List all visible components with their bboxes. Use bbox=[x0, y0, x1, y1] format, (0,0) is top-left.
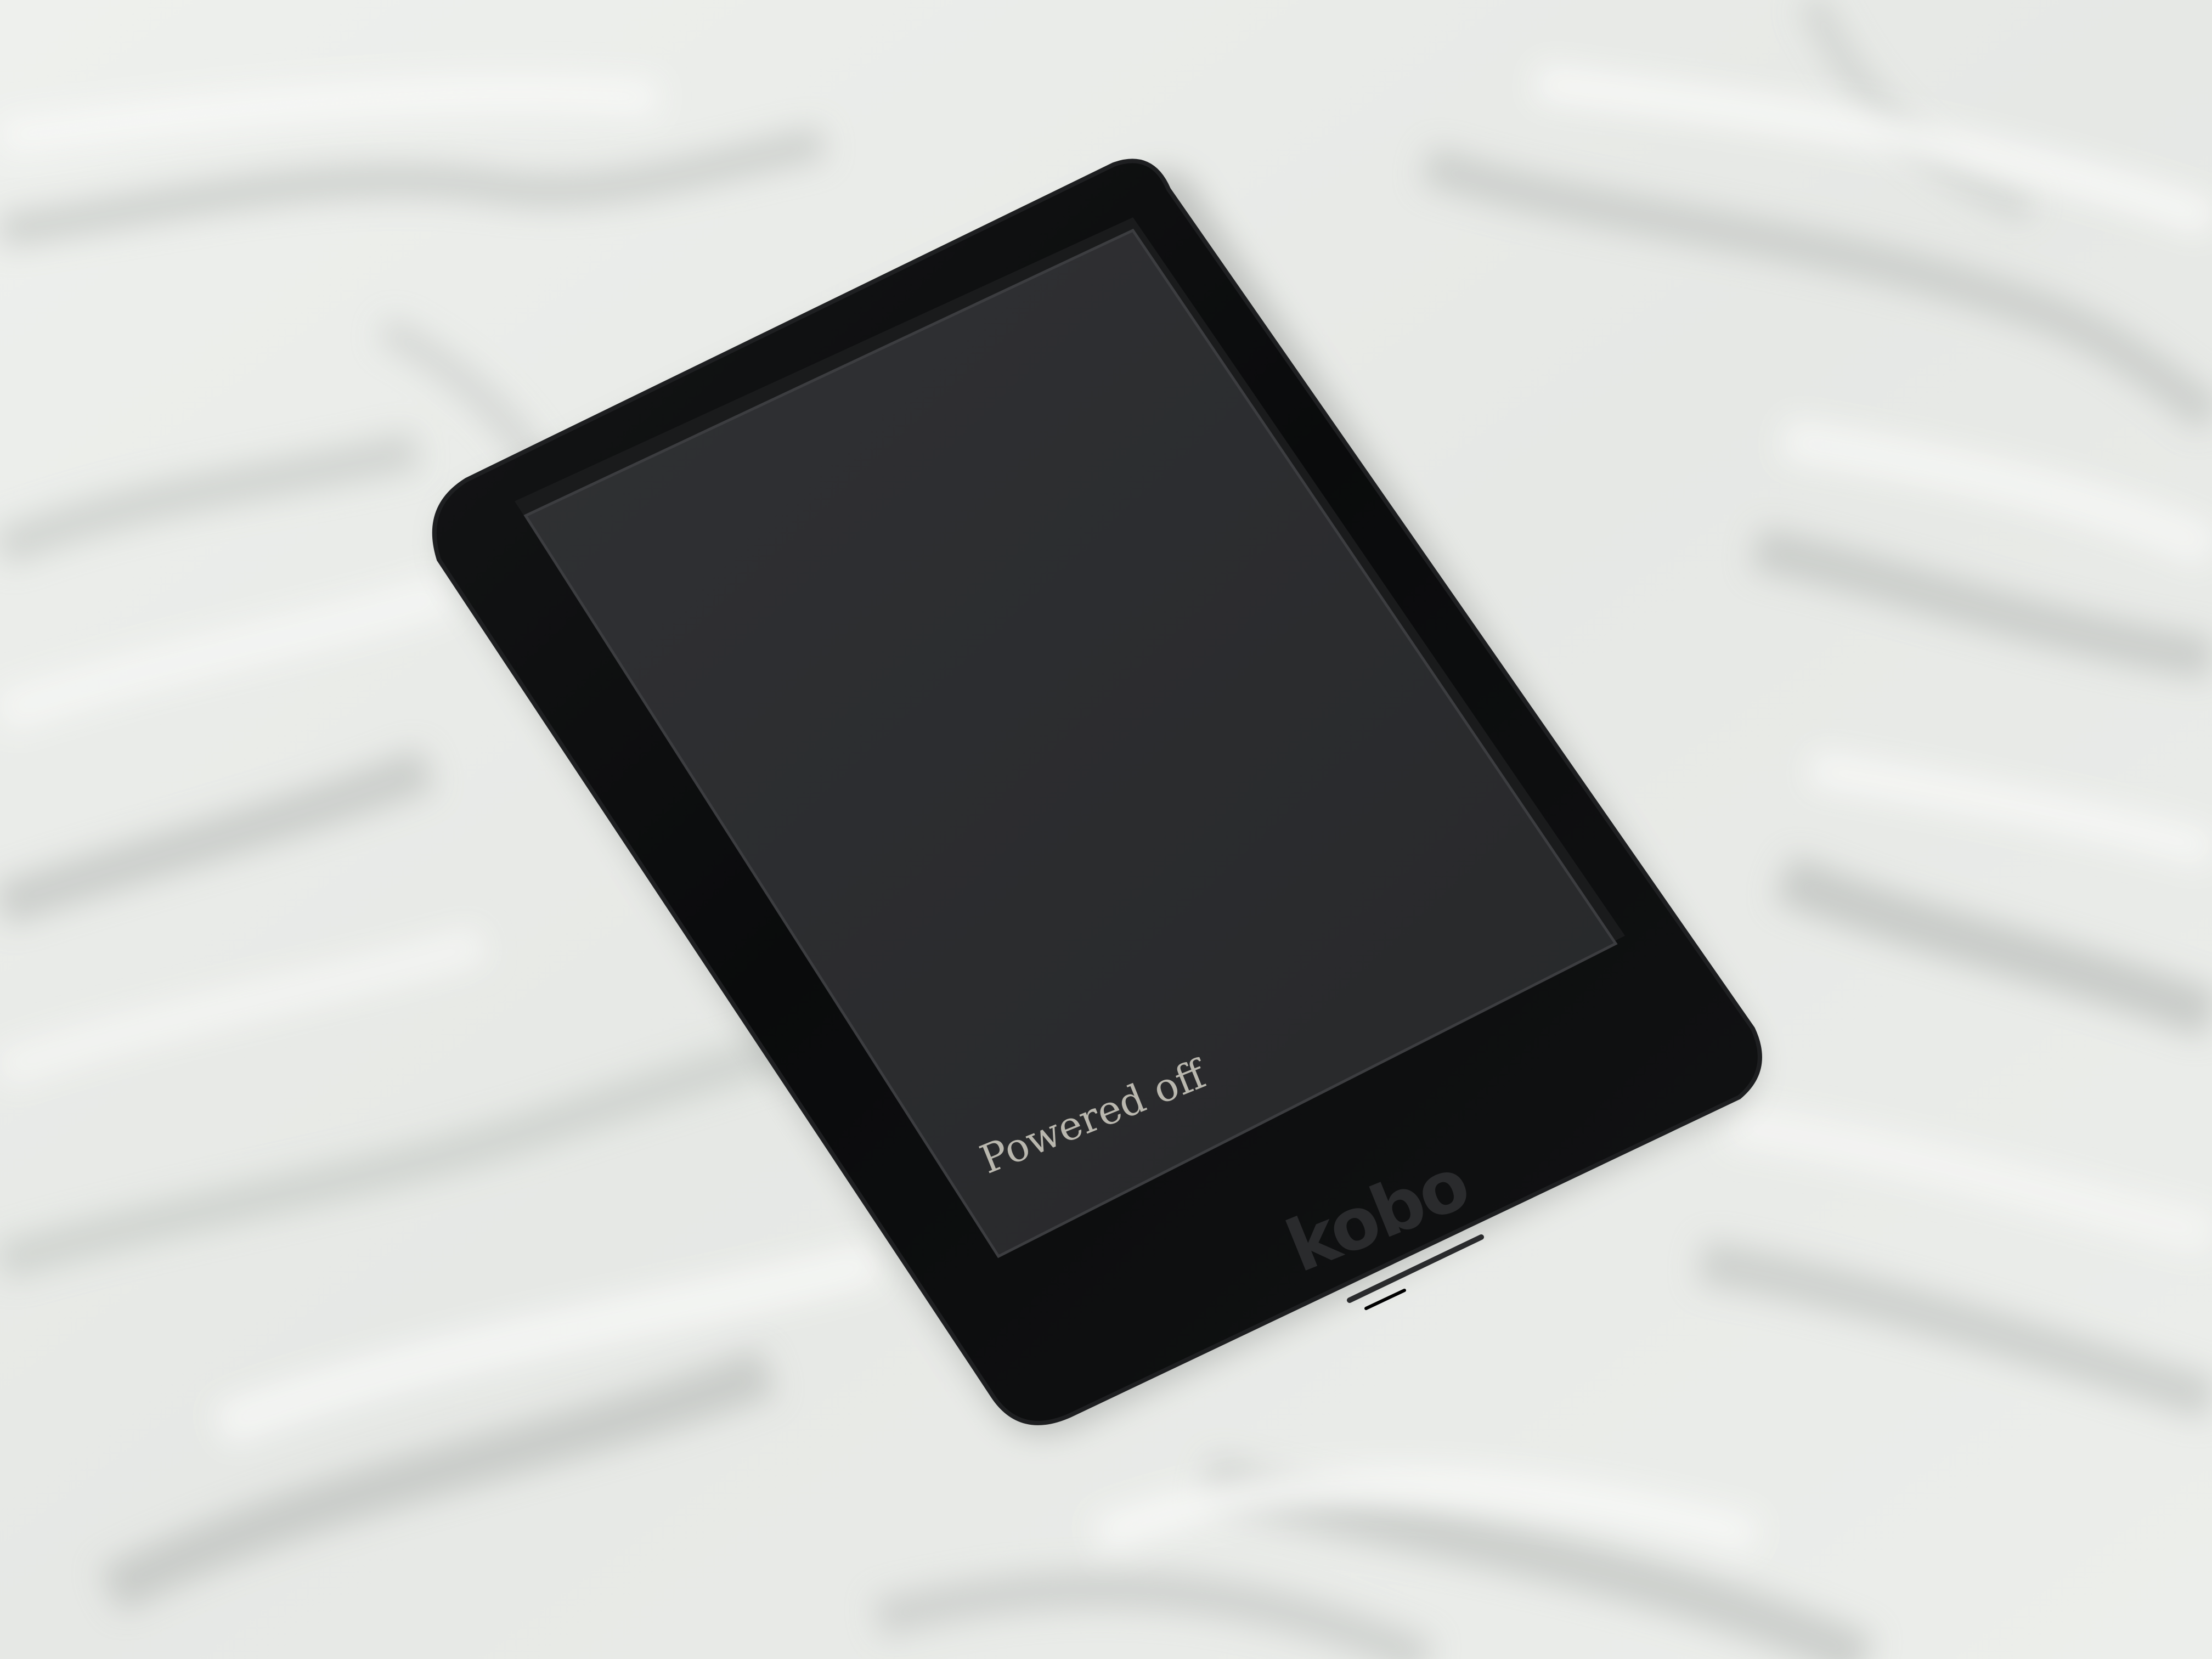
photo-canvas: Powered off kobo bbox=[0, 0, 2212, 1659]
photo-scene: Powered off kobo bbox=[0, 0, 2212, 1659]
